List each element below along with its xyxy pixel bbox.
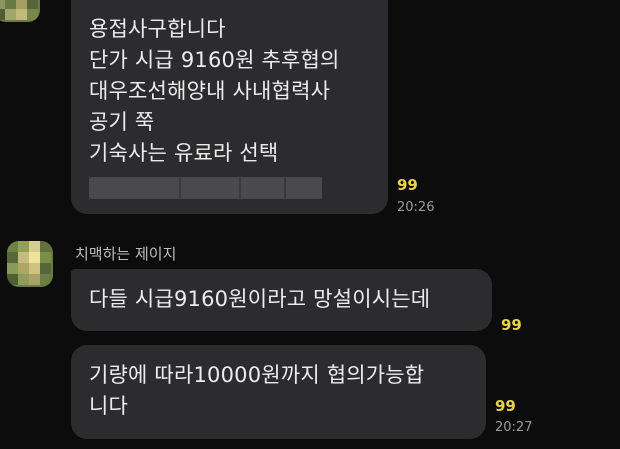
message-line: 용접사구합니다 bbox=[89, 17, 226, 41]
message-line: 기량에 따라10000원까지 협의가능합 bbox=[89, 363, 425, 387]
message-bubble[interactable]: 용접사구합니다 단가 시급 9160원 추후협의 대우조선해양내 사내협력사 공… bbox=[71, 0, 388, 214]
message-line: 다들 시급9160원이라고 망설이시는데 bbox=[89, 287, 431, 311]
unread-count: 99 bbox=[501, 316, 522, 334]
message-line: 기숙사는 유료라 선택 bbox=[89, 141, 279, 165]
message-line: 단가 시급 9160원 추후협의 bbox=[89, 48, 340, 72]
message-bubble[interactable]: 다들 시급9160원이라고 망설이시는데 bbox=[71, 269, 492, 331]
message-line: 공기 쭉 bbox=[89, 110, 155, 134]
message-time: 20:26 bbox=[397, 200, 435, 215]
avatar[interactable] bbox=[7, 241, 53, 287]
message-line: 니다 bbox=[89, 394, 129, 418]
redacted-text bbox=[89, 177, 322, 199]
avatar[interactable] bbox=[0, 0, 40, 22]
unread-count: 99 bbox=[495, 397, 516, 415]
unread-count: 99 bbox=[397, 176, 418, 194]
sender-name[interactable]: 치맥하는 제이지 bbox=[75, 243, 176, 264]
message-line: 대우조선해양내 사내협력사 bbox=[89, 79, 331, 103]
message-time: 20:27 bbox=[495, 420, 533, 435]
message-bubble[interactable]: 기량에 따라10000원까지 협의가능합 니다 bbox=[71, 345, 486, 439]
